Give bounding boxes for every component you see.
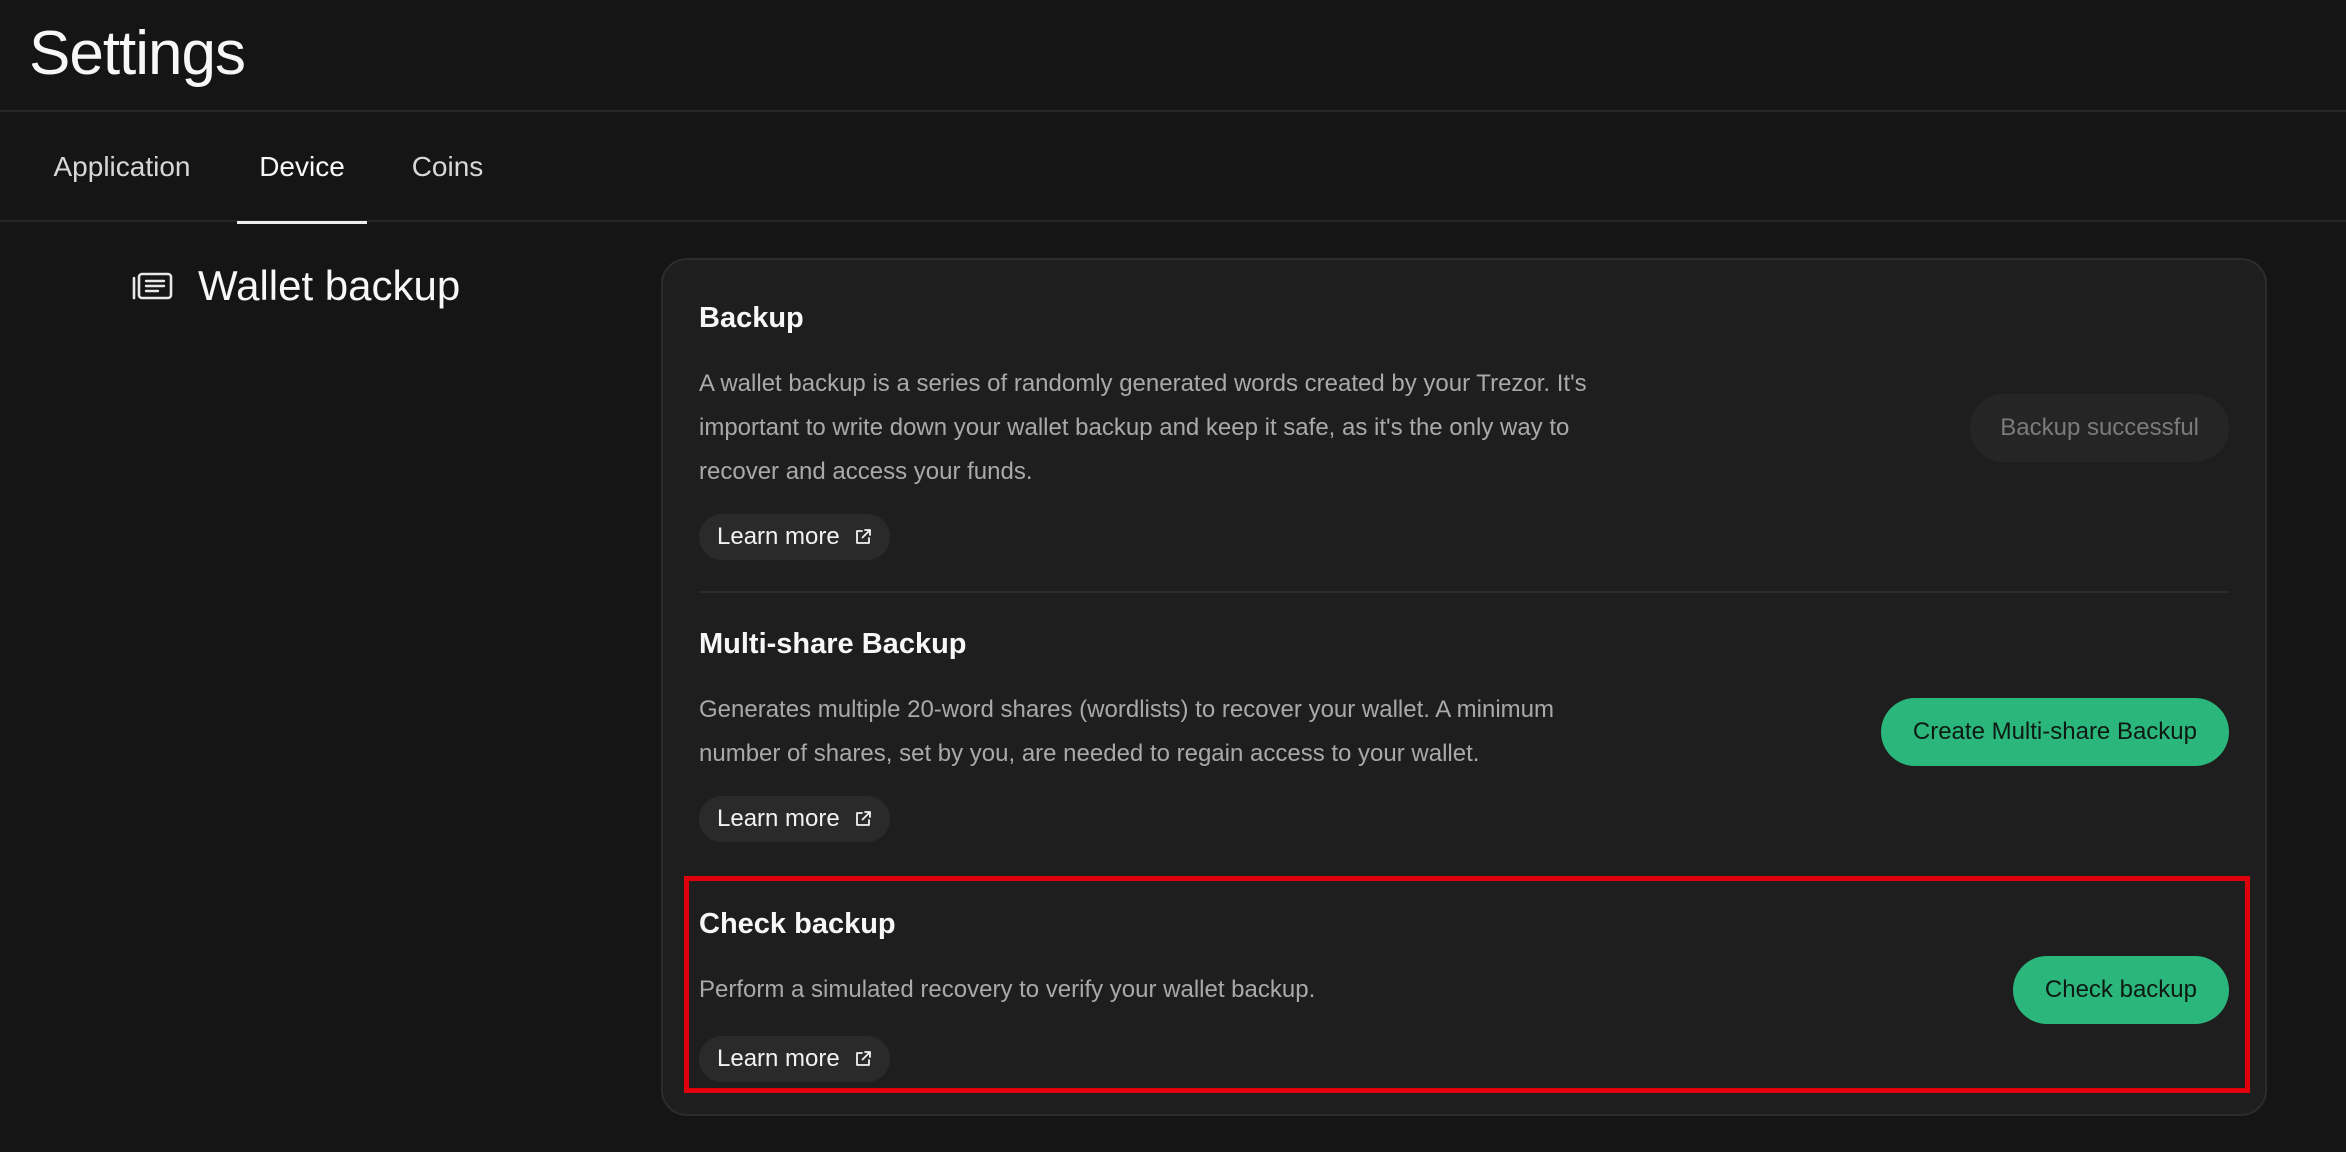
learn-more-label: Learn more: [717, 805, 840, 832]
section-heading: Wallet backup: [132, 262, 460, 310]
backup-status-badge: Backup successful: [1970, 394, 2229, 462]
backup-row: Backup A wallet backup is a series of ra…: [663, 260, 2265, 592]
backup-description: A wallet backup is a series of randomly …: [699, 370, 1587, 485]
header: Settings: [0, 0, 2346, 112]
check-backup-learn-more-link[interactable]: Learn more: [699, 1036, 890, 1082]
wallet-backup-card: Backup A wallet backup is a series of ra…: [661, 258, 2267, 1116]
tab-coins[interactable]: Coins: [411, 112, 484, 222]
learn-more-label: Learn more: [717, 1045, 840, 1072]
page-title: Settings: [29, 19, 246, 88]
check-backup-button[interactable]: Check backup: [2012, 956, 2229, 1024]
external-link-icon: [855, 1051, 871, 1066]
tab-bar: Application Device Coins: [0, 112, 2346, 224]
multishare-title: Multi-share Backup: [699, 628, 967, 660]
wallet-backup-icon: [132, 272, 173, 300]
external-link-icon: [855, 529, 871, 544]
tab-application[interactable]: Application: [50, 112, 194, 222]
external-link-icon: [855, 811, 871, 826]
create-multishare-backup-button[interactable]: Create Multi-share Backup: [1880, 698, 2229, 766]
settings-page: Settings Application Device Coins Wallet…: [0, 0, 2346, 1152]
backup-learn-more-link[interactable]: Learn more: [699, 514, 890, 560]
multishare-description: Generates multiple 20-word shares (wordl…: [699, 696, 1554, 767]
check-backup-description: Perform a simulated recovery to verify y…: [699, 976, 1316, 1003]
tab-device[interactable]: Device: [237, 112, 367, 224]
learn-more-label: Learn more: [717, 523, 840, 550]
section-title: Wallet backup: [198, 262, 461, 309]
multishare-learn-more-link[interactable]: Learn more: [699, 796, 890, 842]
multishare-row: Multi-share Backup Generates multiple 20…: [663, 592, 2265, 872]
backup-title: Backup: [699, 302, 804, 334]
check-backup-title: Check backup: [699, 908, 896, 940]
check-backup-row: Check backup Perform a simulated recover…: [663, 872, 2265, 1118]
